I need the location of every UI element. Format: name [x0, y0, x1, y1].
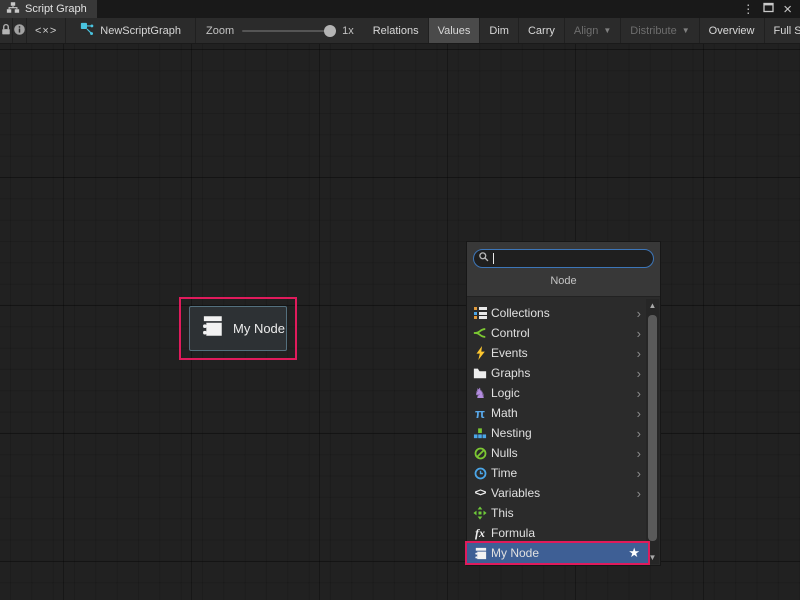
unit-node-my-node[interactable]: My Node: [189, 306, 287, 351]
scroll-up-icon[interactable]: ▲: [649, 299, 657, 311]
chevron-right-icon: ›: [637, 467, 644, 480]
window-controls: ⋮ ×: [742, 0, 800, 18]
search-icon: [478, 250, 490, 268]
list-item-math[interactable]: π Math ›: [467, 403, 648, 423]
lock-button[interactable]: [0, 18, 13, 43]
maximize-icon[interactable]: [763, 0, 774, 18]
chevron-right-icon: ›: [637, 407, 644, 420]
list-item-graphs[interactable]: Graphs ›: [467, 363, 648, 383]
popup-scrollbar[interactable]: ▲ ▼: [646, 299, 659, 564]
formula-icon: fx: [472, 525, 488, 541]
sitemap-icon: [6, 1, 20, 17]
list-item-nesting[interactable]: Nesting ›: [467, 423, 648, 443]
zoom-label: Zoom: [206, 25, 234, 37]
search-input[interactable]: [473, 249, 654, 268]
chevron-right-icon: ›: [637, 427, 644, 440]
lock-icon: [0, 23, 12, 39]
node-title: My Node: [233, 321, 285, 336]
graph-asset-icon: [80, 22, 94, 39]
carry-button[interactable]: Carry: [519, 18, 565, 43]
chevron-right-icon: ›: [637, 487, 644, 500]
overview-button[interactable]: Overview: [700, 18, 765, 43]
my-node-icon: [472, 545, 488, 561]
chevron-right-icon: ›: [637, 447, 644, 460]
graph-canvas[interactable]: My Node Node: [0, 44, 800, 600]
graph-breadcrumb[interactable]: NewScriptGraph: [66, 18, 196, 43]
window-tab-bar: Script Graph ⋮ ×: [0, 0, 800, 18]
favorite-star-icon[interactable]: ★: [628, 545, 644, 561]
text-cursor: [493, 253, 494, 264]
chevron-down-icon: ▼: [682, 26, 690, 35]
zoom-slider[interactable]: [242, 30, 334, 32]
math-icon: π: [472, 405, 488, 421]
chevron-right-icon: ›: [637, 307, 644, 320]
info-button[interactable]: [13, 18, 27, 43]
info-icon: [13, 23, 26, 39]
chevron-right-icon: ›: [637, 347, 644, 360]
collections-icon: [472, 305, 488, 321]
code-view-button[interactable]: <×>: [27, 18, 66, 43]
values-button[interactable]: Values: [429, 18, 481, 43]
chevron-right-icon: ›: [637, 387, 644, 400]
popup-title: Node: [473, 268, 654, 287]
option-list: Collections › Control ›: [467, 298, 648, 563]
list-item-nulls[interactable]: Nulls ›: [467, 443, 648, 463]
tab-script-graph[interactable]: Script Graph: [0, 0, 97, 18]
fullscreen-button[interactable]: Full S: [765, 18, 800, 43]
list-item-events[interactable]: Events ›: [467, 343, 648, 363]
popup-header-area: Node: [467, 242, 660, 297]
code-icon: <×>: [35, 25, 57, 37]
graphs-icon: [472, 365, 488, 381]
close-icon[interactable]: ×: [783, 2, 792, 17]
list-item-logic[interactable]: ♞ Logic ›: [467, 383, 648, 403]
list-item-variables[interactable]: <> Variables ›: [467, 483, 648, 503]
variables-icon: <>: [472, 485, 488, 501]
time-icon: [472, 465, 488, 481]
list-item-this[interactable]: This: [467, 503, 648, 523]
nulls-icon: [472, 445, 488, 461]
dim-button[interactable]: Dim: [480, 18, 519, 43]
zoom-value: 1x: [342, 25, 354, 37]
zoom-slider-handle[interactable]: [324, 25, 336, 37]
graph-toolbar: <×> NewScriptGraph Zoom 1x Relations Val…: [0, 18, 800, 44]
zoom-control: Zoom 1x: [196, 18, 364, 43]
align-button[interactable]: Align ▼: [565, 18, 621, 43]
graph-name: NewScriptGraph: [100, 25, 181, 37]
distribute-button[interactable]: Distribute ▼: [621, 18, 699, 43]
list-item-control[interactable]: Control ›: [467, 323, 648, 343]
list-item-time[interactable]: Time ›: [467, 463, 648, 483]
nesting-icon: [472, 425, 488, 441]
chevron-right-icon: ›: [637, 327, 644, 340]
scroll-down-icon[interactable]: ▼: [649, 551, 657, 563]
relations-button[interactable]: Relations: [364, 18, 429, 43]
list-item-collections[interactable]: Collections ›: [467, 303, 648, 323]
chevron-right-icon: ›: [637, 367, 644, 380]
list-item-formula[interactable]: fx Formula: [467, 523, 648, 543]
node-selection-outline: My Node: [179, 297, 297, 360]
control-icon: [472, 325, 488, 341]
kebab-menu-icon[interactable]: ⋮: [742, 3, 754, 15]
events-icon: [472, 345, 488, 361]
this-icon: [472, 505, 488, 521]
tab-label: Script Graph: [25, 3, 87, 15]
my-node-icon: [199, 313, 225, 344]
fuzzy-finder-popup: Node Collections ›: [466, 241, 661, 566]
list-item-my-node[interactable]: My Node ★: [467, 543, 648, 563]
logic-icon: ♞: [472, 385, 488, 401]
scrollbar-thumb[interactable]: [648, 315, 657, 541]
chevron-down-icon: ▼: [603, 26, 611, 35]
